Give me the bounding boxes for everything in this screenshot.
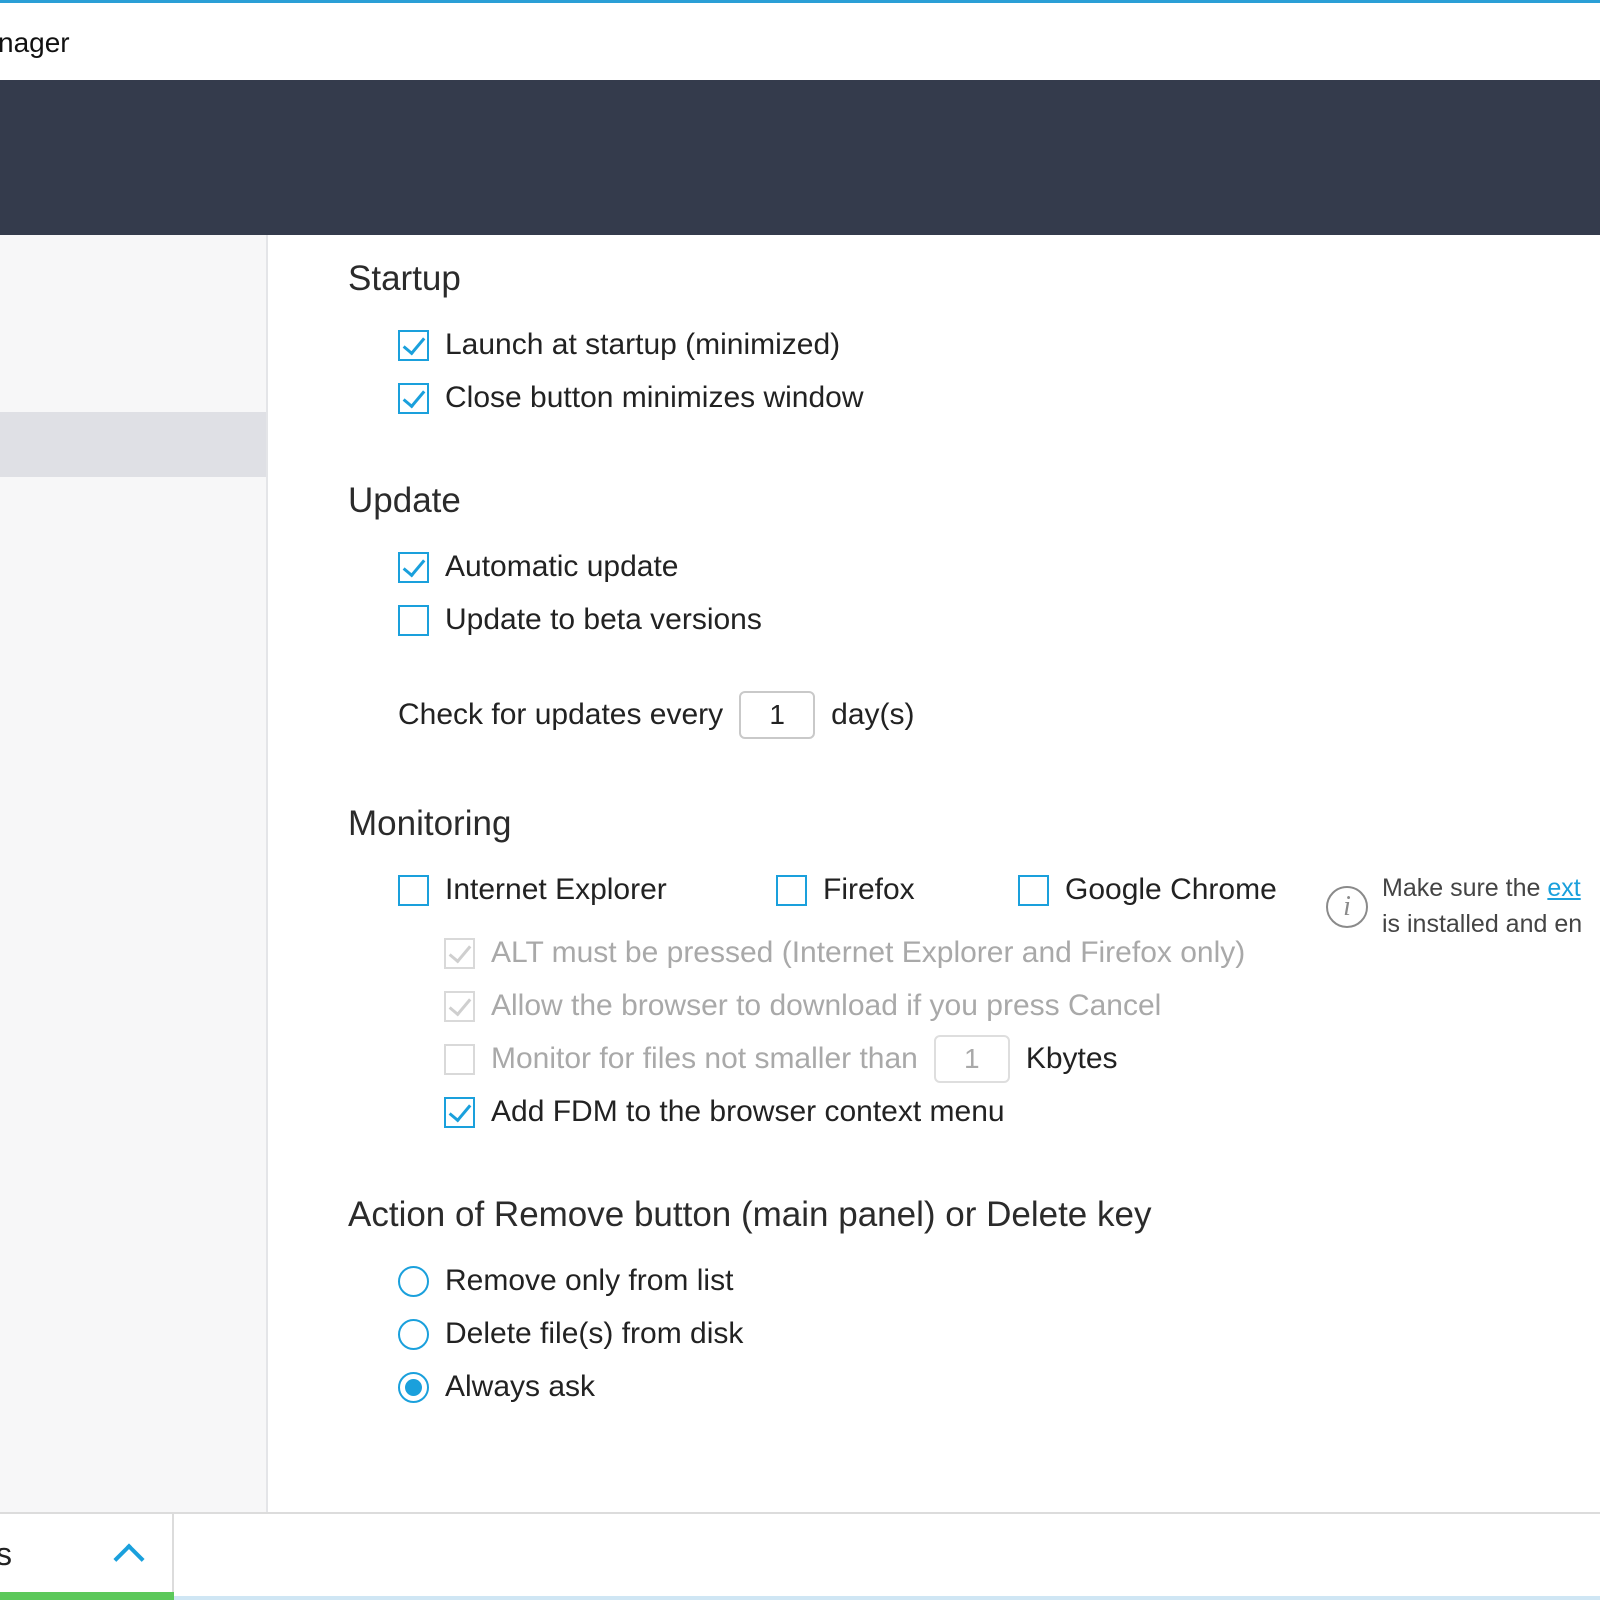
min-size-option[interactable]: Monitor for files not smaller than Kbyte… bbox=[444, 1034, 1118, 1084]
always-ask-label: Always ask bbox=[445, 1370, 596, 1403]
always-ask-radio[interactable] bbox=[398, 1371, 429, 1403]
monitor-firefox-option[interactable]: Firefox bbox=[776, 870, 915, 910]
min-size-unit: Kbytes bbox=[1025, 1042, 1118, 1075]
firefox-label: Firefox bbox=[823, 873, 915, 906]
bottom-bar: s bbox=[0, 1512, 1600, 1600]
remove-action-section-title: Action of Remove button (main panel) or … bbox=[348, 1195, 1152, 1234]
launch-at-startup-checkbox[interactable] bbox=[398, 329, 429, 361]
chevron-up-icon[interactable] bbox=[113, 1543, 145, 1575]
sidebar bbox=[0, 235, 268, 1512]
context-menu-label: Add FDM to the browser context menu bbox=[491, 1095, 1005, 1128]
extension-hint-prefix: Make sure the bbox=[1382, 874, 1548, 902]
close-minimizes-label: Close button minimizes window bbox=[445, 381, 864, 414]
allow-cancel-label: Allow the browser to download if you pre… bbox=[491, 989, 1162, 1022]
monitoring-section-title: Monitoring bbox=[348, 804, 512, 843]
allow-cancel-checkbox[interactable] bbox=[444, 990, 475, 1022]
min-size-input[interactable] bbox=[933, 1035, 1010, 1083]
close-minimizes-checkbox[interactable] bbox=[398, 382, 429, 414]
update-section-title: Update bbox=[348, 481, 461, 520]
bottom-tab-label: s bbox=[0, 1536, 12, 1572]
update-interval-prefix: Check for updates every bbox=[398, 698, 724, 731]
remove-only-from-list-radio[interactable] bbox=[398, 1265, 429, 1297]
context-menu-option[interactable]: Add FDM to the browser context menu bbox=[444, 1092, 1005, 1132]
min-size-label: Monitor for files not smaller than bbox=[491, 1042, 918, 1075]
allow-cancel-option[interactable]: Allow the browser to download if you pre… bbox=[444, 986, 1161, 1026]
monitor-internet-explorer-option[interactable]: Internet Explorer bbox=[398, 870, 667, 910]
delete-files-option[interactable]: Delete file(s) from disk bbox=[398, 1314, 743, 1354]
extension-hint-line1: Make sure the ext bbox=[1382, 874, 1581, 903]
always-ask-option[interactable]: Always ask bbox=[398, 1367, 595, 1407]
google-chrome-checkbox[interactable] bbox=[1018, 874, 1049, 906]
monitor-google-chrome-option[interactable]: Google Chrome bbox=[1018, 870, 1277, 910]
launch-at-startup-option[interactable]: Launch at startup (minimized) bbox=[398, 325, 840, 365]
extension-hint-line2: is installed and en bbox=[1382, 910, 1583, 938]
update-interval-row: Check for updates every day(s) bbox=[398, 690, 915, 740]
sidebar-item-selected[interactable] bbox=[0, 412, 266, 477]
automatic-update-label: Automatic update bbox=[445, 550, 679, 583]
internet-explorer-checkbox[interactable] bbox=[398, 874, 429, 906]
extension-link[interactable]: ext bbox=[1547, 874, 1580, 902]
alt-pressed-label: ALT must be pressed (Internet Explorer a… bbox=[491, 936, 1246, 969]
bottom-strip bbox=[174, 1596, 1600, 1600]
title-bar: nager bbox=[0, 3, 1600, 80]
automatic-update-option[interactable]: Automatic update bbox=[398, 547, 678, 587]
beta-versions-checkbox[interactable] bbox=[398, 604, 429, 636]
window-title: nager bbox=[0, 27, 70, 58]
delete-files-label: Delete file(s) from disk bbox=[445, 1317, 744, 1350]
alt-pressed-checkbox[interactable] bbox=[444, 937, 475, 969]
context-menu-checkbox[interactable] bbox=[444, 1096, 475, 1128]
startup-section-title: Startup bbox=[348, 259, 461, 298]
min-size-checkbox[interactable] bbox=[444, 1043, 475, 1075]
google-chrome-label: Google Chrome bbox=[1065, 873, 1277, 906]
automatic-update-checkbox[interactable] bbox=[398, 551, 429, 583]
bottom-tab[interactable]: s bbox=[0, 1514, 174, 1600]
remove-only-from-list-option[interactable]: Remove only from list bbox=[398, 1261, 733, 1301]
beta-versions-option[interactable]: Update to beta versions bbox=[398, 600, 762, 640]
close-minimizes-option[interactable]: Close button minimizes window bbox=[398, 378, 864, 418]
info-icon: i bbox=[1326, 886, 1368, 928]
remove-only-from-list-label: Remove only from list bbox=[445, 1264, 734, 1297]
update-interval-input[interactable] bbox=[739, 691, 816, 739]
launch-at-startup-label: Launch at startup (minimized) bbox=[445, 328, 841, 361]
header-band bbox=[0, 80, 1600, 235]
beta-versions-label: Update to beta versions bbox=[445, 603, 762, 636]
internet-explorer-label: Internet Explorer bbox=[445, 873, 667, 906]
firefox-checkbox[interactable] bbox=[776, 874, 807, 906]
progress-strip bbox=[0, 1592, 174, 1600]
delete-files-radio[interactable] bbox=[398, 1318, 429, 1350]
update-interval-suffix: day(s) bbox=[831, 698, 915, 731]
alt-pressed-option[interactable]: ALT must be pressed (Internet Explorer a… bbox=[444, 933, 1245, 973]
